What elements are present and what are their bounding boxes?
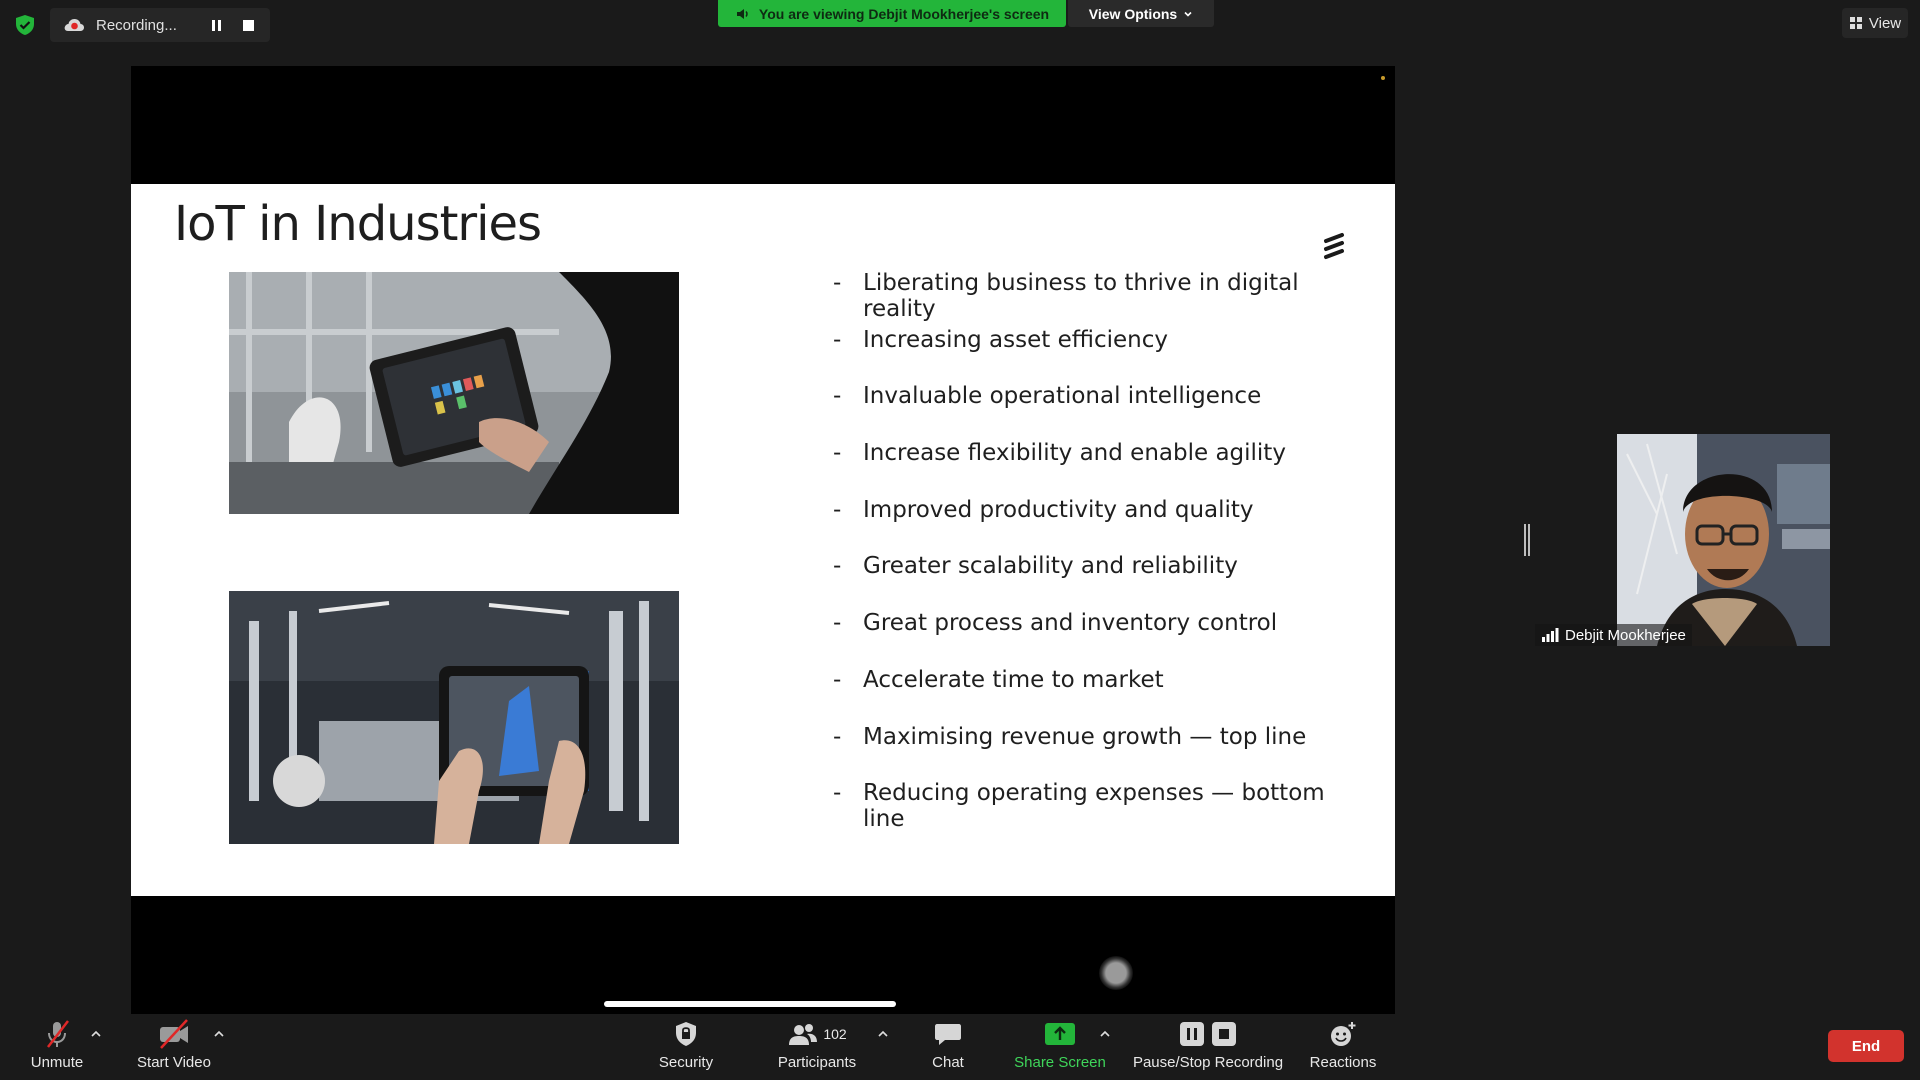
slide-bullet: - Reducing operating expenses — bottom li… bbox=[833, 780, 1325, 833]
chat-label: Chat bbox=[932, 1054, 964, 1071]
unmute-button[interactable]: Unmute bbox=[22, 1014, 92, 1080]
slide-bullet: - Liberating business to thrive in digita… bbox=[833, 270, 1299, 322]
participant-name-tag: Debjit Mookherjee bbox=[1535, 624, 1692, 646]
end-label: End bbox=[1851, 1037, 1881, 1055]
viewing-banner-text: You are viewing Debjit Mookherjee's scre… bbox=[758, 5, 1050, 22]
chat-button[interactable]: Chat bbox=[928, 1014, 968, 1080]
chevron-down-icon bbox=[1184, 11, 1192, 17]
view-options-label: View Options bbox=[1088, 5, 1178, 22]
view-options-button[interactable]: View Options bbox=[1068, 0, 1214, 27]
pause-recording-button[interactable] bbox=[204, 13, 228, 37]
shared-screen-scrollbar[interactable] bbox=[604, 1001, 896, 1007]
start-video-button[interactable]: Start Video bbox=[132, 1014, 216, 1080]
panel-resize-handle[interactable] bbox=[1524, 524, 1530, 556]
reactions-button[interactable]: Reactions bbox=[1304, 1014, 1382, 1080]
slide-bullet: - Great process and inventory control bbox=[833, 610, 1278, 637]
presenter-cursor bbox=[1099, 956, 1133, 990]
security-label: Security bbox=[658, 1054, 714, 1071]
slide-bullet: - Greater scalability and reliability bbox=[833, 553, 1238, 580]
connection-signal-icon bbox=[1542, 628, 1559, 642]
slide-bullet: - Invaluable operational intelligence bbox=[833, 383, 1262, 410]
pause-stop-recording-label: Pause/Stop Recording bbox=[1132, 1054, 1284, 1071]
participants-icon bbox=[789, 1024, 818, 1045]
meeting-top-bar: Recording... You are viewing Debjit Mook… bbox=[0, 0, 1920, 50]
speaker-icon bbox=[736, 8, 748, 19]
security-shield-icon bbox=[676, 1022, 696, 1046]
slide-bullet: - Increase flexibility and enable agility bbox=[833, 440, 1286, 467]
presentation-slide: IoT in Industries - Liberating business … bbox=[131, 184, 1395, 896]
audio-options-caret-icon[interactable] bbox=[90, 1030, 102, 1038]
meeting-toolbar: Unmute Start Video Security 102 Particip… bbox=[0, 1014, 1920, 1080]
brand-logo-icon bbox=[1324, 233, 1344, 259]
shared-screen: IoT in Industries - Liberating business … bbox=[131, 66, 1395, 1014]
slide-bullet: - Maximising revenue growth — top line bbox=[833, 723, 1307, 750]
recording-indicator: Recording... bbox=[50, 8, 270, 42]
share-screen-button[interactable]: Share Screen bbox=[1012, 1014, 1108, 1080]
participants-button[interactable]: 102 Participants bbox=[771, 1014, 863, 1080]
share-options-caret-icon[interactable] bbox=[1099, 1030, 1111, 1038]
reactions-label: Reactions bbox=[1309, 1054, 1377, 1071]
participants-label: Participants bbox=[777, 1054, 857, 1071]
share-screen-label: Share Screen bbox=[1014, 1054, 1106, 1071]
encryption-shield-icon[interactable] bbox=[14, 14, 36, 36]
security-button[interactable]: Security bbox=[651, 1014, 721, 1080]
view-label: View bbox=[1868, 14, 1902, 32]
unmute-label: Unmute bbox=[30, 1054, 84, 1071]
reactions-smiley-icon bbox=[1331, 1022, 1356, 1046]
pause-stop-recording-button[interactable]: Pause/Stop Recording bbox=[1130, 1014, 1286, 1080]
end-meeting-button[interactable]: End bbox=[1828, 1030, 1904, 1062]
pause-recording-icon bbox=[1180, 1022, 1204, 1046]
indicator-dot bbox=[1381, 76, 1385, 80]
slide-bullet-list: - Liberating business to thrive in digita… bbox=[833, 270, 1373, 837]
participant-count: 102 bbox=[823, 1026, 847, 1042]
video-options-caret-icon[interactable] bbox=[213, 1030, 225, 1038]
stop-recording-icon bbox=[1212, 1022, 1236, 1046]
recording-status-text: Recording... bbox=[96, 16, 177, 34]
chat-icon bbox=[935, 1024, 961, 1045]
cloud-recording-icon bbox=[64, 19, 84, 31]
video-off-icon bbox=[160, 1019, 188, 1049]
start-video-label: Start Video bbox=[137, 1054, 211, 1071]
slide-bullet: - Improved productivity and quality bbox=[833, 496, 1254, 523]
participants-options-caret-icon[interactable] bbox=[877, 1030, 889, 1038]
muted-microphone-icon bbox=[47, 1020, 69, 1048]
grid-icon bbox=[1849, 17, 1862, 29]
slide-bullet: - Accelerate time to market bbox=[833, 666, 1164, 693]
share-screen-icon bbox=[1045, 1023, 1075, 1045]
factory-tablet-image bbox=[229, 272, 679, 514]
slide-title: IoT in Industries bbox=[174, 196, 542, 252]
participant-name: Debjit Mookherjee bbox=[1565, 626, 1686, 644]
viewing-screen-banner: You are viewing Debjit Mookherjee's scre… bbox=[718, 0, 1066, 27]
stop-recording-button[interactable] bbox=[236, 13, 260, 37]
participant-video[interactable] bbox=[1617, 434, 1830, 646]
view-layout-button[interactable]: View bbox=[1842, 8, 1908, 38]
plant-ar-tablet-image bbox=[229, 591, 679, 844]
pause-icon bbox=[211, 19, 221, 31]
stop-icon bbox=[242, 19, 254, 31]
slide-bullet: - Increasing asset efficiency bbox=[833, 326, 1169, 353]
